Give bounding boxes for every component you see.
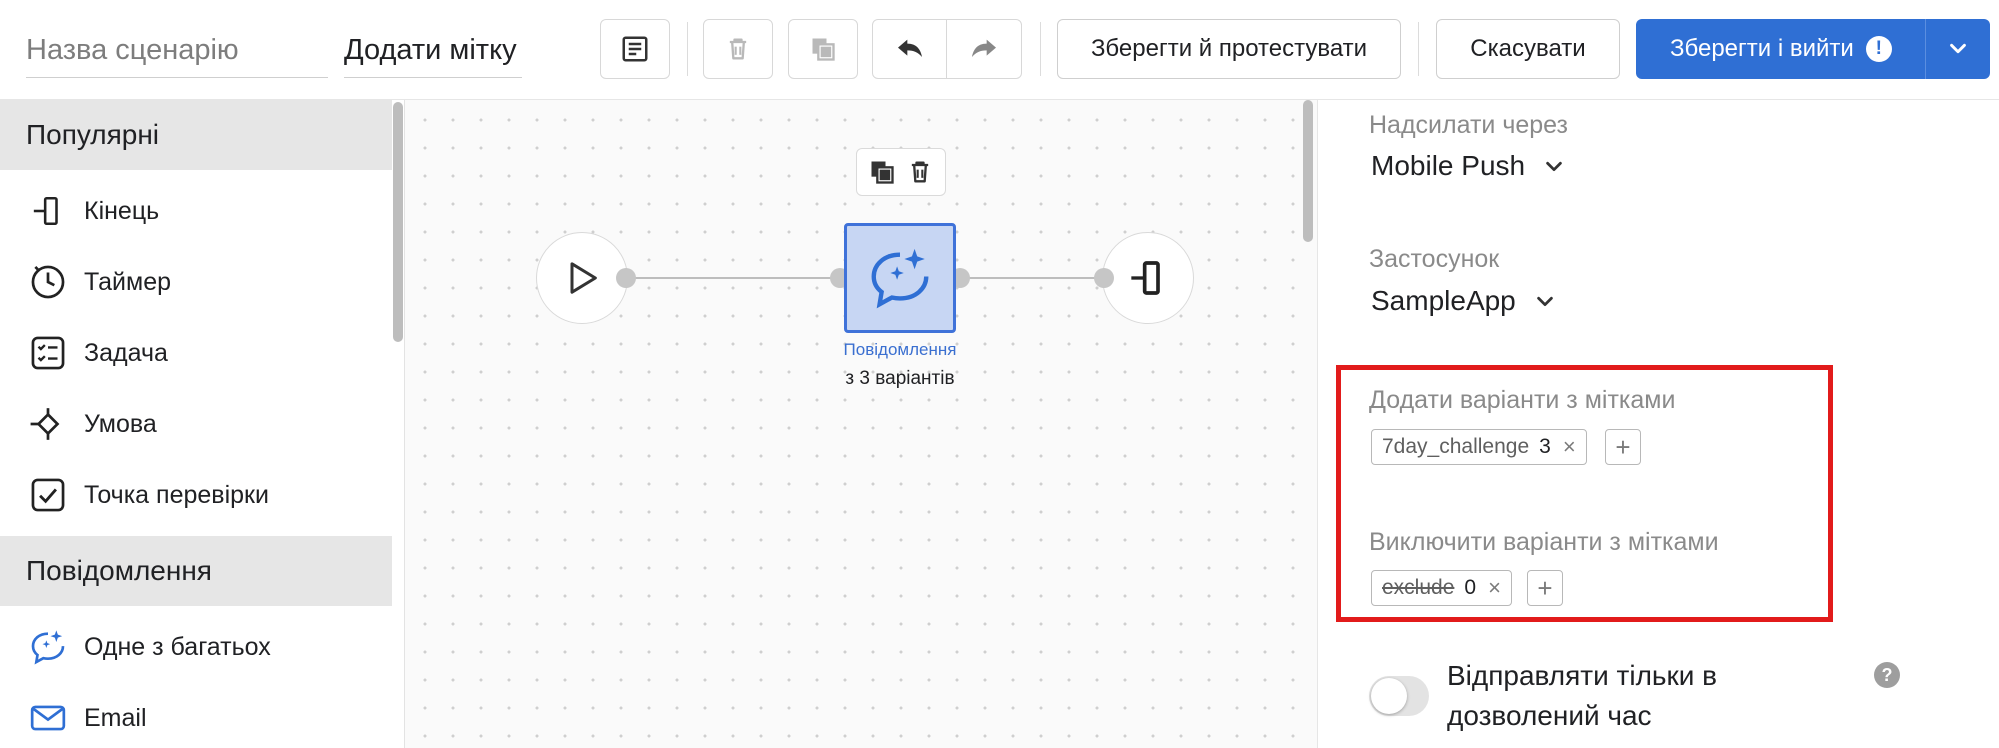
toolbar-divider: [1040, 22, 1041, 76]
duplicate-button[interactable]: [788, 19, 858, 79]
chevron-down-icon: [1950, 43, 1966, 54]
warning-icon: !: [1865, 36, 1892, 62]
allowed-time-toggle[interactable]: [1369, 676, 1429, 716]
email-icon: [26, 696, 70, 740]
send-via-select[interactable]: Mobile Push: [1371, 150, 1565, 182]
app-label: Застосунок: [1369, 245, 1500, 273]
remove-tag-icon[interactable]: ×: [1563, 434, 1576, 460]
trash-icon[interactable]: [906, 158, 934, 186]
connection-line: [958, 277, 1104, 279]
toolbar-divider: [1418, 22, 1419, 76]
palette-item-timer[interactable]: Таймер: [0, 247, 392, 317]
scenario-name-input[interactable]: Назва сценарію: [26, 22, 328, 78]
connection-line: [626, 277, 842, 279]
undo-icon: [897, 39, 922, 57]
node-palette: Популярні Кінець Таймер Задача Умова Точ…: [0, 100, 405, 748]
tag-count: 3: [1539, 435, 1551, 458]
one-of-many-icon: [871, 248, 929, 309]
tag-name: exclude: [1382, 576, 1455, 599]
allowed-time-label: Відправляти тільки в дозволений час: [1447, 660, 1718, 731]
palette-item-task[interactable]: Задача: [0, 318, 392, 388]
palette-item-one-of-many[interactable]: Одне з багатьох: [0, 612, 392, 682]
message-node-subtitle: з 3 варіантів: [845, 368, 955, 389]
play-icon: [570, 262, 597, 294]
save-and-exit-button[interactable]: Зберегти і вийти !: [1636, 19, 1990, 79]
tag-count: 0: [1464, 576, 1477, 599]
timer-icon: [26, 260, 70, 304]
end-icon: [1131, 261, 1160, 295]
tag-input[interactable]: Додати мітку: [344, 22, 522, 78]
palette-item-condition[interactable]: Умова: [0, 389, 392, 459]
app-value: SampleApp: [1371, 285, 1516, 316]
input-port[interactable]: [1094, 268, 1114, 288]
send-via-value: Mobile Push: [1371, 150, 1526, 181]
palette-item-end[interactable]: Кінець: [0, 176, 392, 246]
include-tags-label: Додати варіанти з мітками: [1369, 386, 1676, 414]
output-port[interactable]: [616, 268, 636, 288]
chevron-down-icon: [1546, 161, 1562, 172]
include-tag-chip[interactable]: 7day_challenge 3 ×: [1371, 429, 1587, 465]
copy-icon: [812, 38, 835, 61]
palette-item-label: Одне з багатьох: [84, 632, 271, 661]
one-of-many-icon: [26, 625, 70, 669]
toggle-knob: [1371, 678, 1407, 714]
palette-item-label: Умова: [84, 409, 157, 438]
end-node[interactable]: [1102, 232, 1194, 324]
save-and-test-button[interactable]: Зберегти й протестувати: [1057, 19, 1401, 79]
palette-scrollbar[interactable]: [393, 102, 403, 342]
toolbar-divider: [687, 22, 688, 76]
save-options-dropdown[interactable]: [1926, 19, 1990, 79]
start-node[interactable]: [536, 232, 628, 324]
palette-item-email[interactable]: Email: [0, 683, 392, 748]
condition-icon: [26, 402, 70, 446]
end-icon: [26, 189, 70, 233]
copy-icon[interactable]: [868, 158, 896, 186]
plus-icon: +: [1537, 573, 1553, 603]
send-via-label: Надсилати через: [1369, 111, 1568, 139]
remove-tag-icon[interactable]: ×: [1488, 575, 1501, 601]
cancel-button[interactable]: Скасувати: [1436, 19, 1620, 79]
save-and-exit-label: Зберегти і вийти: [1670, 35, 1854, 62]
checkpoint-icon: [26, 473, 70, 517]
help-icon[interactable]: ?: [1874, 662, 1900, 688]
undo-button[interactable]: [873, 20, 947, 78]
message-node[interactable]: [844, 223, 956, 333]
delete-button[interactable]: [703, 19, 773, 79]
palette-item-label: Точка перевірки: [84, 480, 269, 509]
exclude-tag-chip[interactable]: exclude 0 ×: [1371, 570, 1512, 606]
palette-item-checkpoint[interactable]: Точка перевірки: [0, 460, 392, 530]
canvas-scrollbar[interactable]: [1303, 100, 1313, 242]
redo-button[interactable]: [947, 20, 1021, 78]
top-toolbar: Назва сценарію Додати мітку Зберегти й п…: [0, 0, 1999, 100]
plus-icon: +: [1615, 432, 1631, 462]
section-messages: Повідомлення: [0, 536, 392, 606]
palette-item-label: Задача: [84, 338, 168, 367]
add-include-tag-button[interactable]: +: [1605, 429, 1641, 465]
task-icon: [26, 331, 70, 375]
tag-name: 7day_challenge: [1382, 435, 1530, 458]
node-actions: [856, 148, 946, 196]
notes-button[interactable]: [600, 19, 670, 79]
history-button-group: [872, 19, 1022, 79]
trash-icon: [729, 38, 747, 60]
exclude-tags-label: Виключити варіанти з мітками: [1369, 528, 1719, 556]
scenario-canvas[interactable]: [405, 100, 1317, 748]
app-select[interactable]: SampleApp: [1371, 285, 1556, 317]
redo-icon: [972, 39, 996, 57]
notes-icon: [622, 36, 648, 62]
palette-item-label: Таймер: [84, 267, 172, 296]
message-node-title: Повідомлення: [843, 340, 957, 359]
palette-item-label: Email: [84, 703, 147, 732]
chevron-down-icon: [1536, 296, 1553, 307]
palette-item-label: Кінець: [84, 196, 160, 225]
add-exclude-tag-button[interactable]: +: [1527, 570, 1563, 606]
section-popular: Популярні: [0, 100, 392, 170]
